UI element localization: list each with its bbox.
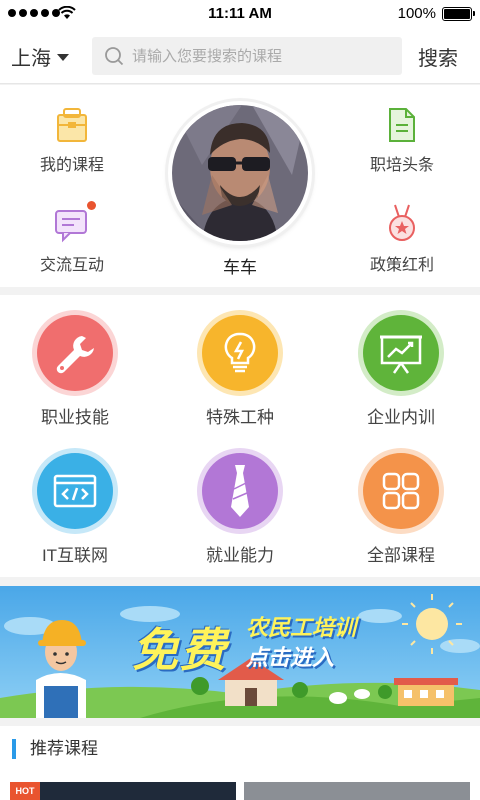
banner-line2: 点击进入 — [246, 646, 335, 671]
grid-icon — [382, 472, 420, 510]
tie-icon — [231, 465, 249, 517]
banner-illustration — [0, 586, 480, 718]
recommend-section: 推荐课程 HOT — [0, 726, 480, 800]
briefcase-icon — [57, 108, 87, 142]
avatar[interactable] — [168, 101, 312, 245]
chat-label: 交流互动 — [39, 257, 104, 274]
headlines-entry[interactable]: 职培头条 — [342, 101, 462, 175]
chat-entry[interactable]: 交流互动 — [12, 201, 132, 275]
username: 车车 — [223, 258, 257, 277]
recommend-thumbnails: HOT — [0, 782, 480, 800]
hot-badge: HOT — [10, 782, 40, 800]
search-button[interactable]: 搜索 — [418, 42, 458, 71]
category-label: 全部课程 — [367, 546, 435, 565]
city-label: 上海 — [11, 48, 51, 70]
category-label: 就业能力 — [206, 546, 274, 565]
status-bar: 11:11 AM 100% — [0, 0, 480, 28]
caret-down-icon — [57, 54, 69, 61]
search-box[interactable] — [92, 37, 402, 75]
search-input[interactable] — [132, 47, 392, 65]
course-thumbnail[interactable]: HOT — [10, 782, 236, 800]
category-label: 企业内训 — [367, 408, 435, 427]
profile-section: 我的课程 交流互动 车车 职培头条 政策红利 — [0, 85, 480, 287]
avatar-image — [172, 105, 308, 241]
category-special-trades[interactable]: 特殊工种 — [165, 315, 315, 428]
headlines-label: 职培头条 — [369, 157, 434, 174]
my-courses-label: 我的课程 — [39, 157, 104, 174]
category-all-courses[interactable]: 全部课程 — [326, 453, 476, 566]
category-label: 特殊工种 — [206, 408, 274, 427]
search-icon — [105, 47, 124, 66]
category-vocational-skills[interactable]: 职业技能 — [0, 315, 150, 428]
medal-icon — [389, 204, 415, 241]
category-grid: 职业技能 特殊工种 企业内训 IT互联网 就业能力 全部课程 — [0, 295, 480, 577]
policy-entry[interactable]: 政策红利 — [342, 201, 462, 275]
recommend-title: 推荐课程 — [12, 739, 98, 759]
presentation-icon — [380, 335, 422, 374]
category-label: 职业技能 — [41, 408, 109, 427]
policy-label: 政策红利 — [369, 257, 434, 274]
category-it-internet[interactable]: IT互联网 — [0, 453, 150, 566]
document-icon — [389, 108, 415, 142]
city-selector[interactable]: 上海 — [11, 42, 69, 71]
top-bar: 上海 搜索 — [0, 28, 480, 84]
promo-banner[interactable]: 免费 农民工培训 点击进入 — [0, 586, 480, 718]
notification-dot — [87, 201, 96, 210]
hot-badge-text: HOT — [15, 786, 35, 796]
my-courses-entry[interactable]: 我的课程 — [12, 101, 132, 175]
battery-icon — [442, 7, 475, 21]
banner-big-text: 免费 — [132, 623, 228, 677]
battery-percent: 100% — [397, 5, 436, 22]
course-thumbnail[interactable] — [244, 782, 470, 800]
chat-icon — [55, 210, 87, 243]
wrench-icon — [56, 336, 94, 374]
banner-line1: 农民工培训 — [246, 616, 357, 641]
category-employability[interactable]: 就业能力 — [165, 453, 315, 566]
lightbulb-icon — [224, 332, 256, 373]
code-window-icon — [53, 474, 97, 508]
category-corporate-training[interactable]: 企业内训 — [326, 315, 476, 428]
category-label: IT互联网 — [41, 546, 109, 565]
